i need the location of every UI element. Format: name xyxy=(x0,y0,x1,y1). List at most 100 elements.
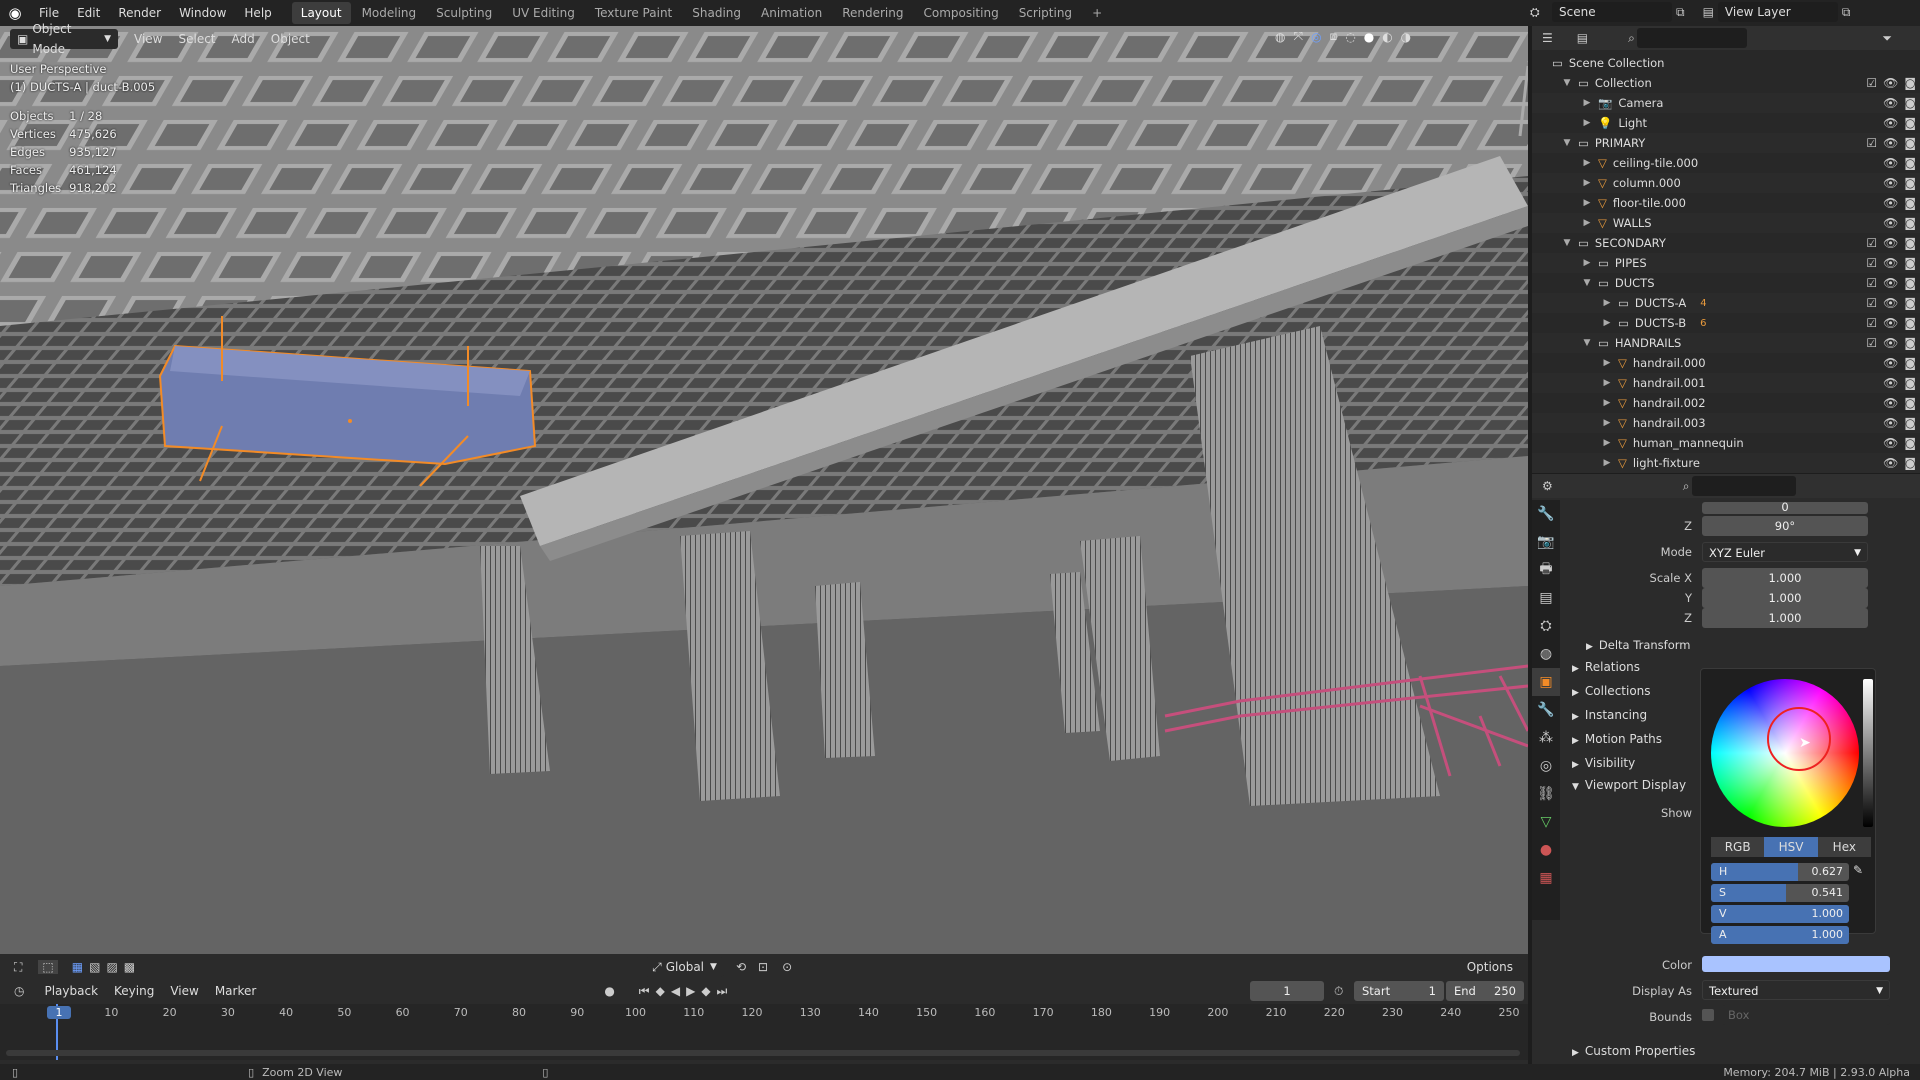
bounds-type-dropdown[interactable]: Box xyxy=(1722,1005,1890,1025)
render-camera-icon[interactable]: ◙ xyxy=(1904,376,1916,390)
render-camera-icon[interactable]: ◙ xyxy=(1904,136,1916,150)
chevron-right-icon[interactable]: ▶ xyxy=(1582,178,1592,188)
render-camera-icon[interactable]: ◙ xyxy=(1904,276,1916,290)
render-camera-icon[interactable]: ◙ xyxy=(1904,156,1916,170)
timeline-menu-marker[interactable]: Marker xyxy=(207,981,264,1001)
record-icon[interactable]: ● xyxy=(604,984,614,998)
render-camera-icon[interactable]: ◙ xyxy=(1904,296,1916,310)
chevron-right-icon[interactable]: ▶ xyxy=(1602,378,1612,388)
workspace-tab-shading[interactable]: Shading xyxy=(683,2,750,24)
3d-viewport[interactable]: User Perspective (1) DUCTS-A | duct-B.00… xyxy=(0,26,1528,954)
view-layer-tab-icon[interactable]: ▤ xyxy=(1532,584,1560,612)
viewport-menu-select[interactable]: Select xyxy=(170,29,223,49)
eye-icon[interactable]: 👁 xyxy=(1883,296,1898,310)
outliner-row[interactable]: ▶ ▽ floor-tile.000 👁 ◙ xyxy=(1532,193,1920,213)
eye-icon[interactable]: 👁 xyxy=(1883,196,1898,210)
world-tab-icon[interactable]: ◍ xyxy=(1532,640,1560,668)
blender-logo-icon[interactable]: ◉ xyxy=(0,4,30,22)
transform-orientation[interactable]: ⤢ Global ▼ xyxy=(645,957,724,977)
checkbox-icon[interactable]: ☑ xyxy=(1866,76,1877,90)
outliner-editor-icon[interactable]: ☰ xyxy=(1542,31,1553,45)
chevron-right-icon[interactable]: ▶ xyxy=(1582,98,1592,108)
workspace-tab-texture-paint[interactable]: Texture Paint xyxy=(586,2,681,24)
mode-selector[interactable]: ▣ Object Mode ▼ xyxy=(10,22,118,56)
workspace-tab-layout[interactable]: Layout xyxy=(291,2,351,24)
chevron-right-icon[interactable]: ▶ xyxy=(1602,318,1612,328)
modifier-tab-icon[interactable]: 🔧 xyxy=(1532,696,1560,724)
proportional-edit-icon[interactable]: ⊙ xyxy=(782,960,792,974)
editor-type-icon[interactable]: ⛶ xyxy=(14,960,22,975)
outliner-row[interactable]: ▶ ▽ light-fixture 👁 ◙ xyxy=(1532,453,1920,473)
outliner-row[interactable]: ▶ ▽ ceiling-tile.000 👁 ◙ xyxy=(1532,153,1920,173)
snap-icon[interactable]: ⊡ xyxy=(758,960,768,974)
scale-z-field[interactable]: 1.000 xyxy=(1702,608,1868,628)
outliner-row[interactable]: ▶ ▭ PIPES ☑ 👁 ◙ xyxy=(1532,253,1920,273)
chevron-right-icon[interactable]: ▶ xyxy=(1602,398,1612,408)
select-extend-icon[interactable]: ▧ xyxy=(89,960,100,974)
scale-x-field[interactable]: 1.000 xyxy=(1702,568,1868,588)
scale-y-field[interactable]: 1.000 xyxy=(1702,588,1868,608)
outliner-row[interactable]: ▼ ▭ PRIMARY ☑ 👁 ◙ xyxy=(1532,133,1920,153)
eye-icon[interactable]: 👁 xyxy=(1883,356,1898,370)
render-camera-icon[interactable]: ◙ xyxy=(1904,336,1916,350)
outliner-row[interactable]: ▶ ▽ handrail.002 👁 ◙ xyxy=(1532,393,1920,413)
checkbox-icon[interactable]: ☑ xyxy=(1866,256,1877,270)
render-camera-icon[interactable]: ◙ xyxy=(1904,216,1916,230)
rotation-z-field[interactable]: 90° xyxy=(1702,516,1868,536)
output-tab-icon[interactable]: 🖶 xyxy=(1532,556,1560,584)
jump-end-icon[interactable]: ⏭ xyxy=(717,984,728,999)
panel-motion-paths[interactable]: ▶ Motion Paths xyxy=(1572,732,1662,746)
color-tab-rgb[interactable]: RGB xyxy=(1711,837,1765,857)
overlay-icon[interactable]: ◎ xyxy=(1311,30,1321,44)
render-camera-icon[interactable]: ◙ xyxy=(1904,456,1916,470)
workspace-tab-sculpting[interactable]: Sculpting xyxy=(427,2,501,24)
material-tab-icon[interactable]: ● xyxy=(1532,836,1560,864)
timeline-menu-playback[interactable]: Playback xyxy=(36,981,106,1001)
scene-collection-row[interactable]: ▭ Scene Collection xyxy=(1532,53,1920,73)
next-keyframe-icon[interactable]: ◆ xyxy=(701,984,710,998)
object-tab-icon[interactable]: ▣ xyxy=(1532,668,1560,696)
checkbox-icon[interactable]: ☑ xyxy=(1866,236,1877,250)
outliner-row[interactable]: ▼ ▭ Collection ☑ 👁 ◙ xyxy=(1532,73,1920,93)
rotation-y-field[interactable]: 0 xyxy=(1702,501,1868,514)
custom-properties-panel[interactable]: ▶ Custom Properties xyxy=(1572,1044,1695,1058)
outliner-row[interactable]: ▶ ▽ human_mannequin 👁 ◙ xyxy=(1532,433,1920,453)
hsv-field-a[interactable]: A 1.000 xyxy=(1711,926,1849,944)
panel-relations[interactable]: ▶ Relations xyxy=(1572,660,1640,674)
stopwatch-icon[interactable]: ⏱ xyxy=(1334,984,1343,999)
eye-icon[interactable]: 👁 xyxy=(1883,336,1898,350)
render-camera-icon[interactable]: ◙ xyxy=(1904,396,1916,410)
render-camera-icon[interactable]: ◙ xyxy=(1904,316,1916,330)
particles-tab-icon[interactable]: ⁂ xyxy=(1532,724,1560,752)
eye-icon[interactable]: 👁 xyxy=(1883,96,1898,110)
wireframe-shading-icon[interactable]: ◌ xyxy=(1345,30,1355,44)
eye-icon[interactable]: 👁 xyxy=(1883,276,1898,290)
eye-icon[interactable]: 👁 xyxy=(1883,456,1898,470)
scene-tab-icon[interactable]: ⛭ xyxy=(1532,612,1560,640)
render-camera-icon[interactable]: ◙ xyxy=(1904,76,1916,90)
scene-name-field[interactable]: Scene xyxy=(1552,2,1672,22)
tool-tab-icon[interactable]: 🔧 xyxy=(1532,500,1560,528)
eye-icon[interactable]: 👁 xyxy=(1883,436,1898,450)
outliner-row[interactable]: ▶ ▽ column.000 👁 ◙ xyxy=(1532,173,1920,193)
timeline-scrollbar[interactable] xyxy=(6,1050,1520,1056)
rotation-mode-dropdown[interactable]: XYZ Euler ▼ xyxy=(1702,542,1868,562)
xray-icon[interactable]: ⧈ xyxy=(1330,29,1338,44)
start-frame-field[interactable]: Start 1 xyxy=(1354,981,1444,1001)
viewport-menu-object[interactable]: Object xyxy=(263,29,318,49)
outliner-row[interactable]: ▼ ▭ HANDRAILS ☑ 👁 ◙ xyxy=(1532,333,1920,353)
chevron-down-icon[interactable]: ▼ xyxy=(1562,78,1572,88)
chevron-right-icon[interactable]: ▶ xyxy=(1602,418,1612,428)
render-camera-icon[interactable]: ◙ xyxy=(1904,436,1916,450)
timeline-editor-icon[interactable]: ◷ xyxy=(14,984,24,998)
workspace-tab--[interactable]: + xyxy=(1083,2,1111,24)
eye-icon[interactable]: 👁 xyxy=(1883,256,1898,270)
render-camera-icon[interactable]: ◙ xyxy=(1904,176,1916,190)
rendered-shading-icon[interactable]: ◑ xyxy=(1401,30,1411,44)
outliner-row[interactable]: ▶ ▭ DUCTS-A 4 ☑ 👁 ◙ xyxy=(1532,293,1920,313)
outliner-row[interactable]: ▶ 📷 Camera 👁 ◙ xyxy=(1532,93,1920,113)
render-camera-icon[interactable]: ◙ xyxy=(1904,116,1916,130)
solid-shading-icon[interactable]: ● xyxy=(1364,30,1374,44)
outliner-row[interactable]: ▼ ▭ DUCTS ☑ 👁 ◙ xyxy=(1532,273,1920,293)
outliner-row[interactable]: ▶ ▽ WALLS 👁 ◙ xyxy=(1532,213,1920,233)
